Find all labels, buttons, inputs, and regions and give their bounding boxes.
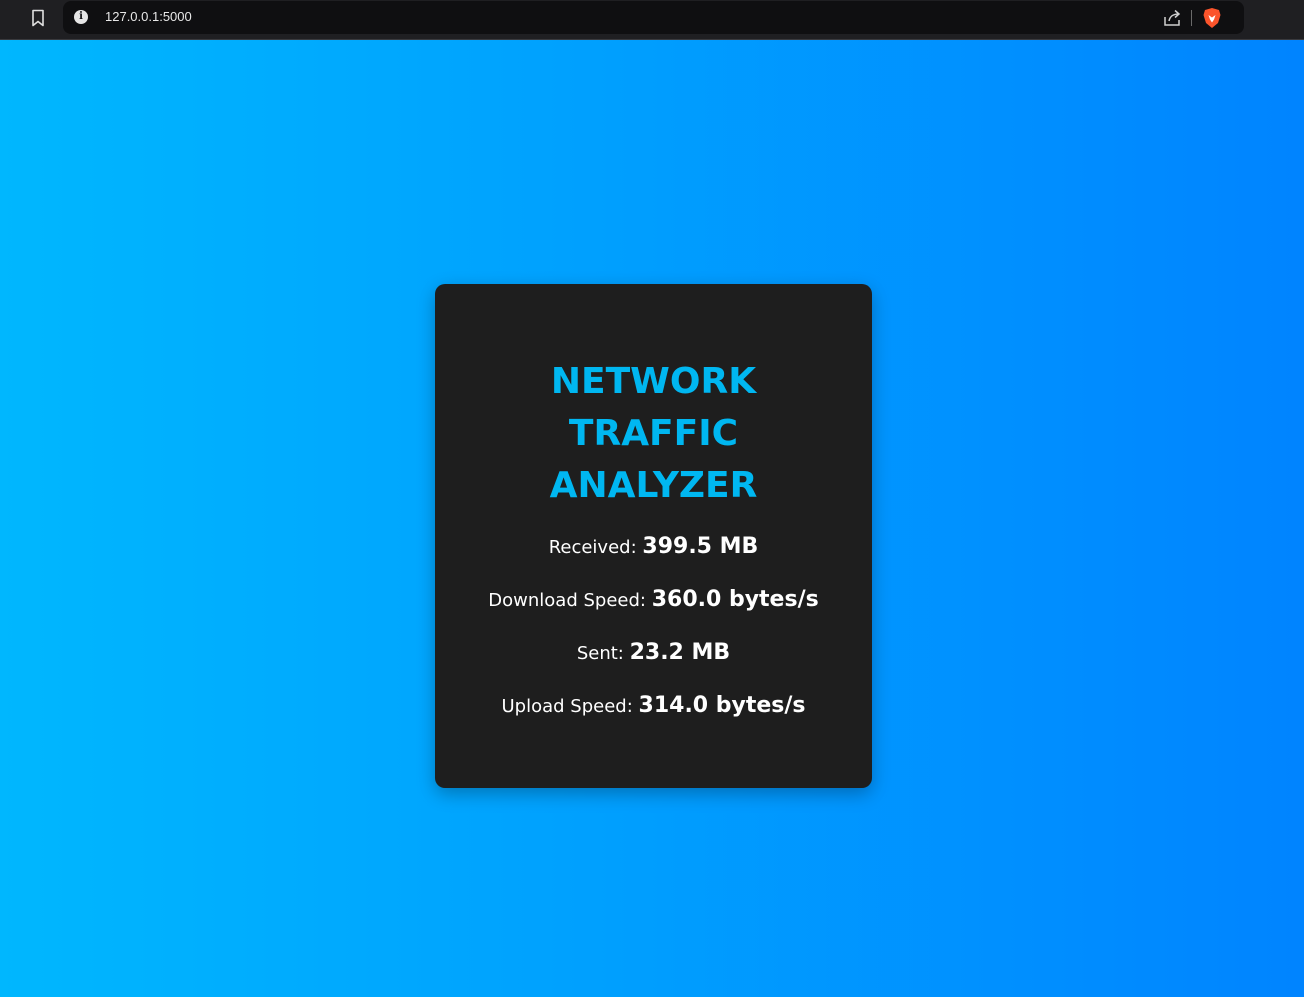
info-icon[interactable]: i (74, 10, 88, 24)
address-bar[interactable]: i 127.0.0.1:5000 (63, 1, 1244, 34)
stat-value: 314.0 bytes/s (638, 693, 806, 718)
title-line: TRAFFIC (568, 413, 739, 454)
stat-received: Received: 399.5 MB (435, 534, 872, 587)
stat-label: Received: (548, 537, 637, 558)
toolbar-divider (1191, 10, 1192, 26)
bookmark-icon[interactable] (24, 6, 52, 30)
page-title: NETWORK TRAFFIC ANALYZER (524, 356, 784, 512)
title-line: NETWORK (550, 361, 757, 402)
page-background: NETWORK TRAFFIC ANALYZER Received: 399.5… (0, 40, 1304, 997)
title-line: ANALYZER (549, 465, 758, 506)
stat-label: Download Speed: (488, 590, 646, 611)
traffic-card: NETWORK TRAFFIC ANALYZER Received: 399.5… (435, 284, 872, 788)
stat-upload-speed: Upload Speed: 314.0 bytes/s (435, 693, 872, 746)
brave-shield-icon[interactable] (1202, 7, 1222, 29)
browser-toolbar: i 127.0.0.1:5000 (0, 0, 1304, 40)
url-text[interactable]: 127.0.0.1:5000 (105, 9, 192, 24)
stat-value: 23.2 MB (629, 640, 731, 665)
stat-value: 399.5 MB (642, 534, 759, 559)
stat-download-speed: Download Speed: 360.0 bytes/s (435, 587, 872, 640)
stat-sent: Sent: 23.2 MB (435, 640, 872, 693)
stat-label: Sent: (576, 643, 624, 664)
stat-label: Upload Speed: (501, 696, 633, 717)
share-icon[interactable] (1162, 8, 1182, 28)
stat-value: 360.0 bytes/s (651, 587, 819, 612)
